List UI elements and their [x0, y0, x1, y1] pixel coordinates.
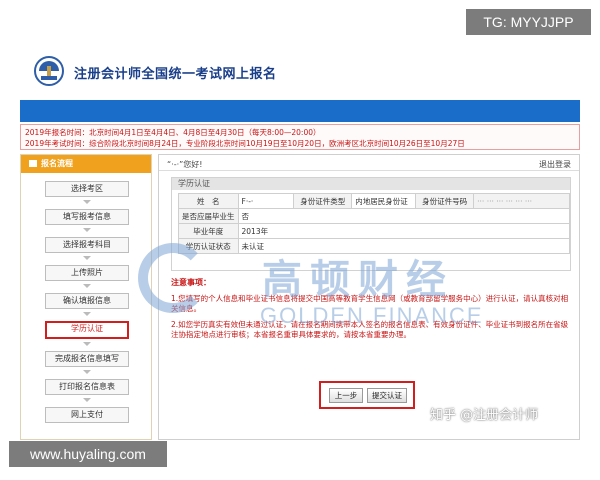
- label-id-number: 身份证件号码: [415, 193, 475, 209]
- notice-exam-time: 2019年考试时间：综合阶段北京时间8月24日，专业阶段北京时间10月19日至1…: [25, 139, 465, 148]
- logout-link[interactable]: 退出登录: [539, 159, 571, 170]
- notice-registration-time: 2019年报名时间：北京时间4月1日至4月4日、4月8日至4月30日（每天8:0…: [25, 128, 321, 137]
- step-arrow-icon: [83, 284, 91, 288]
- step-confirm-info[interactable]: 确认填报信息: [45, 293, 129, 309]
- step-arrow-icon: [83, 370, 91, 374]
- divider: [159, 170, 579, 171]
- table-row: 学历认证状态 未认证: [178, 238, 570, 254]
- process-sidebar: 报名流程 选择考区 填写报考信息 选择报考科目 上传照片 确认填报信息 学历认证…: [20, 154, 152, 440]
- step-print-form[interactable]: 打印报名信息表: [45, 379, 129, 395]
- value-graduation-year: 2013年: [237, 223, 570, 239]
- step-arrow-icon: [83, 200, 91, 204]
- table-row: 是否应届毕业生 否: [178, 208, 570, 224]
- value-name: F·-·: [237, 193, 295, 209]
- step-education-verify[interactable]: 学历认证: [45, 321, 129, 339]
- sidebar-header: 报名流程: [21, 155, 151, 173]
- education-verify-panel: 学历认证 姓 名 F·-· 身份证件类型 内地居民身份证 身份证件号码 ··· …: [171, 177, 571, 271]
- label-graduation-year: 毕业年度: [178, 223, 239, 239]
- value-id-number: ··· ··· ··· ··· ··· ···: [473, 193, 570, 209]
- step-complete-registration[interactable]: 完成报名信息填写: [45, 351, 129, 367]
- label-verify-status: 学历认证状态: [178, 238, 239, 254]
- value-id-type: 内地居民身份证: [351, 193, 417, 209]
- main-content: “·-·”您好! 退出登录 学历认证 姓 名 F·-· 身份证件类型 内地居民身…: [158, 154, 580, 440]
- step-select-region[interactable]: 选择考区: [45, 181, 129, 197]
- site-header: 注册会计师全国统一考试网上报名: [20, 38, 580, 100]
- label-id-type: 身份证件类型: [293, 193, 353, 209]
- user-greeting: “·-·”您好!: [167, 160, 203, 169]
- label-name: 姓 名: [178, 193, 239, 209]
- schedule-notice: 2019年报名时间：北京时间4月1日至4月4日、4月8日至4月30日（每天8:0…: [20, 124, 580, 150]
- step-select-subjects[interactable]: 选择报考科目: [45, 237, 129, 253]
- submit-verify-button[interactable]: 提交认证: [367, 388, 407, 403]
- tg-overlay-badge: TG: MYYJJPP: [466, 9, 591, 35]
- sidebar-header-label: 报名流程: [41, 159, 73, 168]
- prev-step-button[interactable]: 上一步: [329, 388, 363, 403]
- registration-page: 注册会计师全国统一考试网上报名 2019年报名时间：北京时间4月1日至4月4日、…: [20, 38, 580, 442]
- step-arrow-icon: [83, 228, 91, 232]
- caution-item-1: 1.您填写的个人信息和毕业证书信息将提交中国高等教育学生信息网（或教育部留学服务…: [171, 294, 569, 313]
- step-online-payment[interactable]: 网上支付: [45, 407, 129, 423]
- action-buttons-highlight: 上一步 提交认证: [319, 381, 415, 409]
- flow-icon: [29, 160, 37, 167]
- step-arrow-icon: [83, 312, 91, 316]
- applicant-info-table: 姓 名 F·-· 身份证件类型 内地居民身份证 身份证件号码 ··· ··· ·…: [178, 193, 570, 254]
- label-fresh-graduate: 是否应届毕业生: [178, 208, 239, 224]
- table-row: 姓 名 F·-· 身份证件类型 内地居民身份证 身份证件号码 ··· ··· ·…: [178, 193, 570, 209]
- zhihu-watermark: 知乎 @注册会计师: [430, 408, 539, 423]
- step-arrow-icon: [83, 256, 91, 260]
- cicpa-logo-icon: [34, 56, 64, 86]
- step-arrow-icon: [83, 398, 91, 402]
- value-fresh-graduate: 否: [237, 208, 570, 224]
- caution-item-2: 2.如您学历真实有效但未通过认证，请在报名期间携带本人签名的报名信息表、有效身份…: [171, 320, 569, 339]
- cautions-section: 注意事项： 1.您填写的个人信息和毕业证书信息将提交中国高等教育学生信息网（或教…: [171, 277, 573, 346]
- step-arrow-icon: [83, 342, 91, 346]
- step-fill-info[interactable]: 填写报考信息: [45, 209, 129, 225]
- nav-bar: [20, 100, 580, 122]
- table-row: 毕业年度 2013年: [178, 223, 570, 239]
- site-title: 注册会计师全国统一考试网上报名: [74, 67, 277, 82]
- cautions-title: 注意事项：: [171, 278, 211, 287]
- panel-title: 学历认证: [172, 178, 570, 190]
- value-verify-status: 未认证: [237, 238, 570, 254]
- url-overlay-badge: www.huyaling.com: [9, 441, 167, 467]
- step-upload-photo[interactable]: 上传照片: [45, 265, 129, 281]
